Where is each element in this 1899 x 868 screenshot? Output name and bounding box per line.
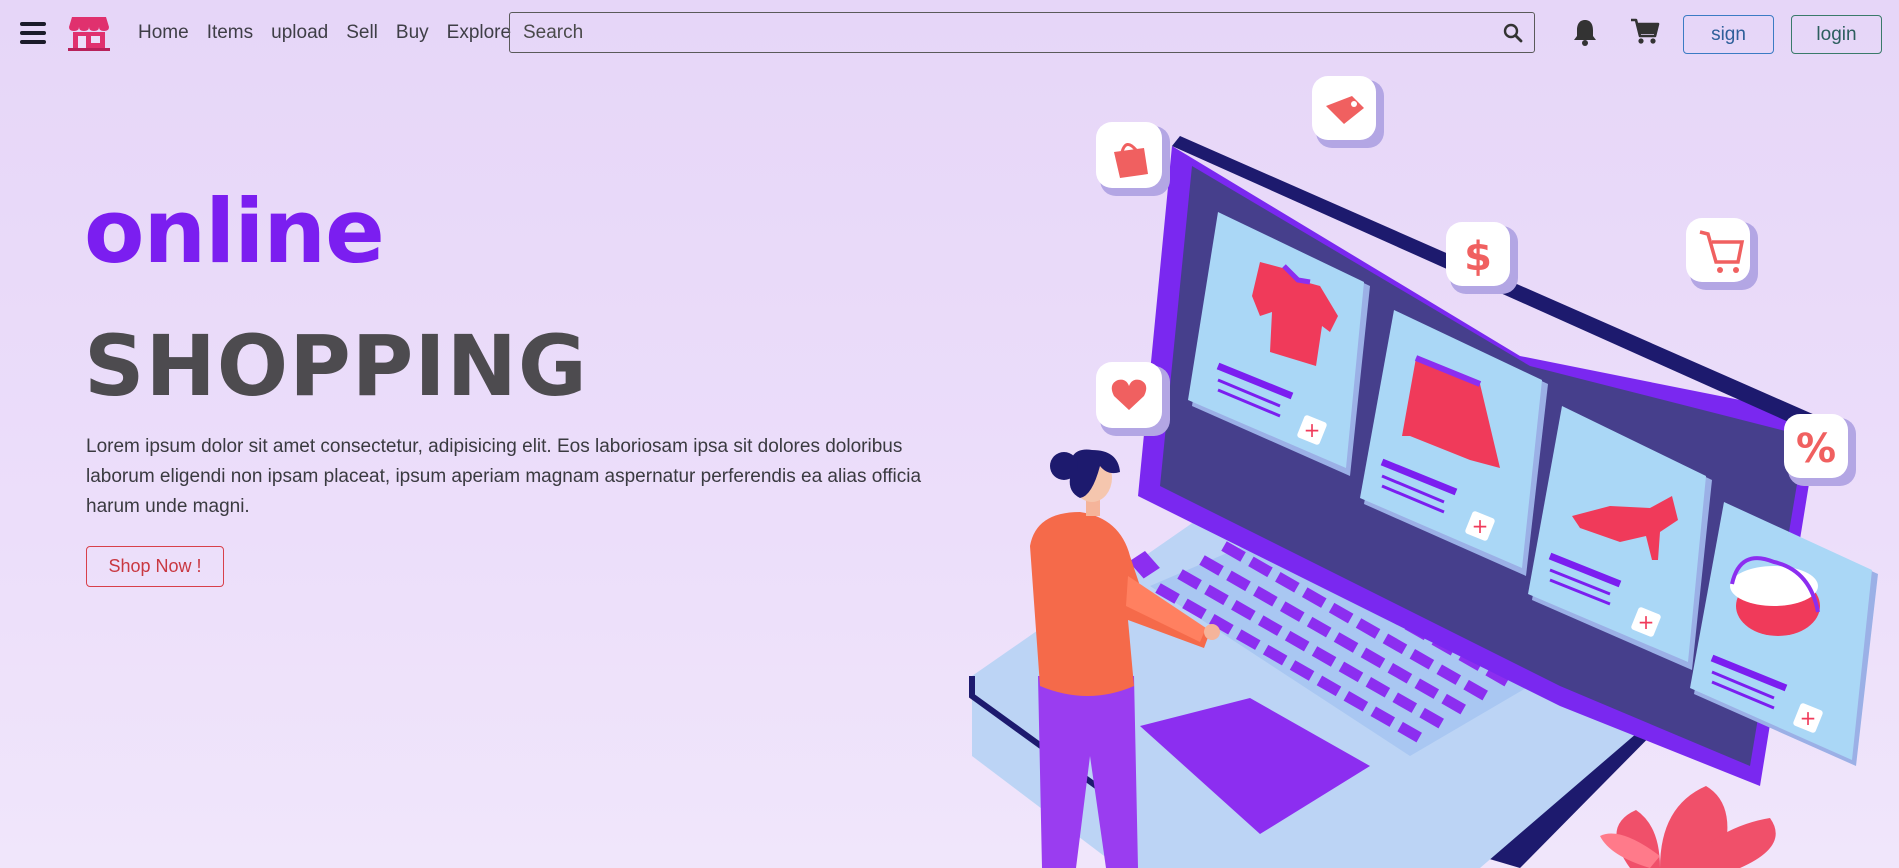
nav-links: Home Items upload Sell Buy Explore [138,22,529,44]
cart-icon[interactable] [1630,17,1660,45]
nav-link-home[interactable]: Home [138,22,189,44]
hamburger-menu-icon[interactable] [20,22,46,44]
login-button[interactable]: login [1791,15,1882,54]
svg-text:%: % [1796,426,1836,472]
plant-decoration [1600,786,1776,868]
nav-link-sell[interactable]: Sell [346,22,378,44]
floating-percent-bubble: % [1784,414,1856,486]
sign-button[interactable]: sign [1683,15,1774,54]
store-icon[interactable] [68,15,110,51]
shop-now-button[interactable]: Shop Now ! [86,546,224,587]
svg-text:+: + [1304,418,1321,442]
floating-heart-bubble [1096,362,1170,436]
svg-text:+: + [1638,610,1655,634]
shopping-illustration: + + + + $ % [969,76,1878,868]
nav-link-explore[interactable]: Explore [447,22,511,44]
svg-text:$: $ [1464,234,1492,280]
hero-description: Lorem ipsum dolor sit amet consectetur, … [86,436,922,517]
svg-text:+: + [1800,706,1817,730]
navbar: Home Items upload Sell Buy Explore sign … [0,0,1899,66]
search-button[interactable] [1492,14,1534,52]
hero-title-online: online [84,180,385,283]
nav-link-upload[interactable]: upload [271,22,328,44]
floating-cart-bubble [1686,218,1758,290]
hero-title-shopping: SHOPPING [84,317,588,415]
bell-icon[interactable] [1572,18,1598,46]
floating-dollar-bubble: $ [1446,222,1518,294]
search-input[interactable] [510,20,1492,45]
svg-text:+: + [1472,514,1489,538]
nav-link-buy[interactable]: Buy [396,22,429,44]
floating-bag-bubble [1096,122,1170,196]
floating-tag-bubble [1312,76,1384,148]
search-box [509,12,1535,53]
search-icon [1503,23,1523,42]
nav-link-items[interactable]: Items [207,22,253,44]
